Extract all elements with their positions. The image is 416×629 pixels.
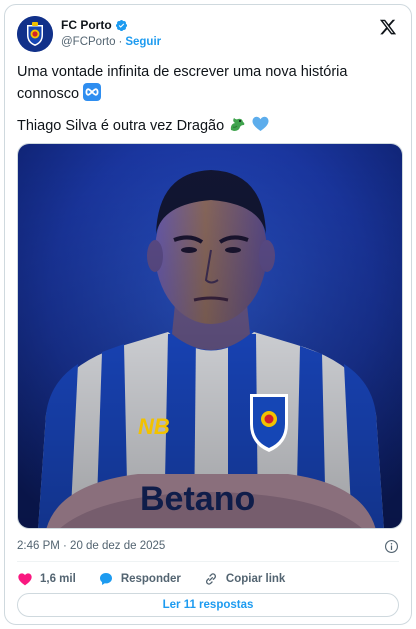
separator-dot: · [118,36,123,48]
follow-link[interactable]: Seguir [125,36,161,48]
fc-porto-crest-icon [17,16,53,52]
tweet-timestamp[interactable]: 2:46 PM · 20 de dez de 2025 [17,540,165,552]
tweet-text-line-2: Thiago Silva é outra vez Dragão [17,118,225,134]
author-display-name[interactable]: FC Porto [61,18,112,32]
tweet-photo[interactable]: NB Betano [17,143,403,529]
tweet-card: FC Porto @FCPorto · Seguir Uma vontade i… [4,4,412,625]
author-handle[interactable]: @FCPorto [61,36,116,48]
copy-link-button[interactable]: Copiar link [203,571,285,587]
tweet-text-line-1: Uma vontade infinita de escrever uma nov… [17,64,348,102]
copy-link-label: Copiar link [225,573,286,585]
info-icon[interactable] [384,539,399,554]
read-replies-button[interactable]: Ler 11 respostas [17,593,399,617]
verified-badge-icon [115,19,127,31]
like-count: 1,6 mil [40,573,76,585]
blue-heart-emoji-icon [252,116,269,131]
avatar[interactable] [17,16,53,52]
heart-icon [18,573,32,586]
dragon-emoji-icon [230,118,245,131]
divider [17,561,399,562]
x-logo-icon[interactable] [379,18,397,36]
svg-text:NB: NB [138,414,170,439]
infinity-emoji-icon [83,83,102,101]
player-photo-image: NB Betano [18,144,402,528]
reply-button[interactable]: Responder [98,571,181,587]
reply-label: Responder [120,573,181,585]
jersey-sponsor-text: Betano [140,480,255,518]
reply-bubble-icon [99,573,112,585]
tweet-meta: 2:46 PM · 20 de dez de 2025 [17,537,399,557]
like-button[interactable]: 1,6 mil [17,571,76,587]
tweet-actions: 1,6 mil Responder Copiar link [17,568,399,590]
tweet-header: FC Porto @FCPorto · Seguir [17,16,399,56]
tweet-text: Uma vontade infinita de escrever uma nov… [17,62,397,137]
link-icon [205,573,216,585]
